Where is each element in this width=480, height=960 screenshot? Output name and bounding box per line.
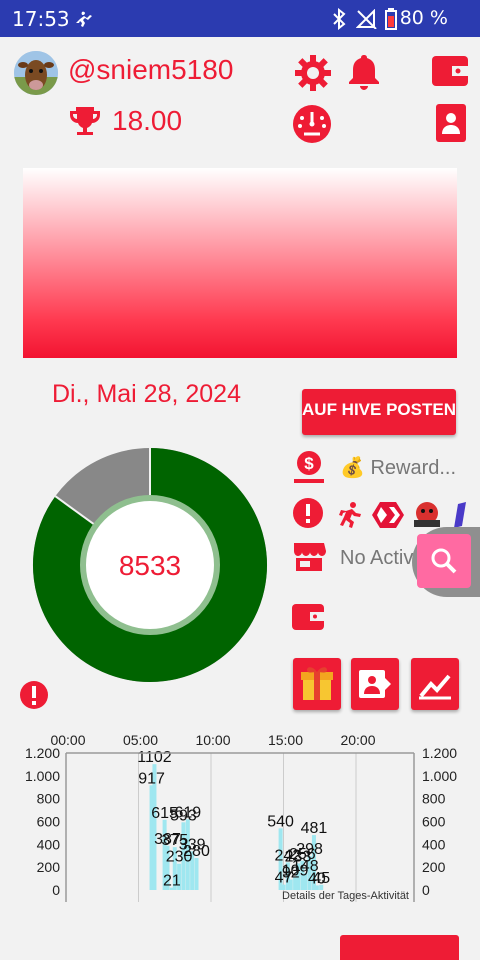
banner-gradient [23,168,457,358]
y-tick-label-left: 1.000 [25,768,60,784]
y-tick-label-right: 1.200 [422,745,457,761]
warning-icon[interactable] [19,680,49,710]
activity-bar [194,858,199,890]
wallet-icon[interactable] [432,54,468,88]
post-button-label: AUF HIVE POSTEN [302,400,456,419]
chart-axes: 00:00 05:00 10:00 15:00 20:001.200 1.2001.000… [25,732,457,902]
chart-description: Details der Tages-Aktivität [282,890,409,902]
y-tick-label-left: 600 [37,814,61,830]
bluetooth-icon [333,8,346,30]
scam-badge-icon[interactable] [412,500,442,530]
y-tick-label-left: 0 [52,882,60,898]
date-label: Di., Mai 28, 2024 [52,380,241,408]
y-tick-label-left: 400 [37,836,61,852]
score-value: 18.00 [112,105,183,136]
bar-value-label: 917 [138,770,165,787]
y-tick-label-right: 800 [422,791,446,807]
gift-icon [301,667,333,700]
svg-text:$: $ [304,454,314,473]
wallet-small-icon[interactable] [292,602,324,632]
y-tick-label-left: 200 [37,859,61,875]
cow-avatar-icon [14,51,58,95]
battery-percent: 80 % [399,7,448,29]
username: @sniem5180 [68,54,234,85]
hive-logo-icon[interactable] [372,500,404,530]
x-tick-label: 10:00 [195,732,230,748]
x-tick-label: 15:00 [268,732,303,748]
signal-icon [356,9,377,29]
gift-button[interactable] [293,658,341,710]
donut-value: 8533 [119,550,181,581]
bar-value-label: 1102 [137,749,172,766]
bar-value-label: 619 [174,804,201,821]
alert-icon[interactable] [292,497,324,529]
bar-value-label: 280 [183,843,210,860]
x-tick-label: 05:00 [123,732,158,748]
bar-value-label: 540 [267,813,294,830]
avatar[interactable] [14,51,58,95]
bar-value-label: 481 [301,820,328,837]
zoom-button[interactable] [417,534,471,588]
statistics-button[interactable] [411,658,459,710]
partner-logo-icon[interactable] [452,500,468,530]
notification-bell-icon[interactable] [346,53,382,91]
profile-card-icon[interactable] [436,104,466,142]
bottom-action-button[interactable] [340,935,459,960]
trophy-icon [70,107,100,135]
post-to-hive-button[interactable]: AUF HIVE POSTEN [302,389,456,435]
x-tick-label: 20:00 [340,732,375,748]
y-tick-label-right: 600 [422,814,446,830]
y-tick-label-left: 1.200 [25,745,60,761]
runner-icon[interactable] [336,499,366,529]
reward-dollar-icon[interactable]: $ [292,449,326,483]
store-icon[interactable] [292,541,326,573]
status-bar: 17:53 80 % [0,0,480,37]
y-tick-label-right: 200 [422,859,446,875]
activity-icon [76,11,92,27]
daily-activity-chart: 9171102615387213752305936193392805404724… [25,732,457,902]
y-tick-label-right: 1.000 [422,768,457,784]
contact-card-icon [359,670,391,698]
zoom-search-icon [431,548,457,574]
battery-icon [385,8,397,30]
contact-card-button[interactable] [351,658,399,710]
y-tick-label-left: 800 [37,791,61,807]
status-time: 17:53 [12,7,70,31]
bar-value-label: 45 [312,870,330,887]
trend-chart-icon [419,674,451,700]
speedometer-icon[interactable] [292,104,332,144]
bar-value-label: 21 [163,873,181,890]
bar-value-label: 298 [296,841,323,858]
y-tick-label-right: 0 [422,882,430,898]
reward-text: 💰 Reward... [340,457,457,479]
y-tick-label-right: 400 [422,836,446,852]
steps-donut-chart: 8533 [33,445,267,682]
settings-gear-icon[interactable] [294,54,332,92]
